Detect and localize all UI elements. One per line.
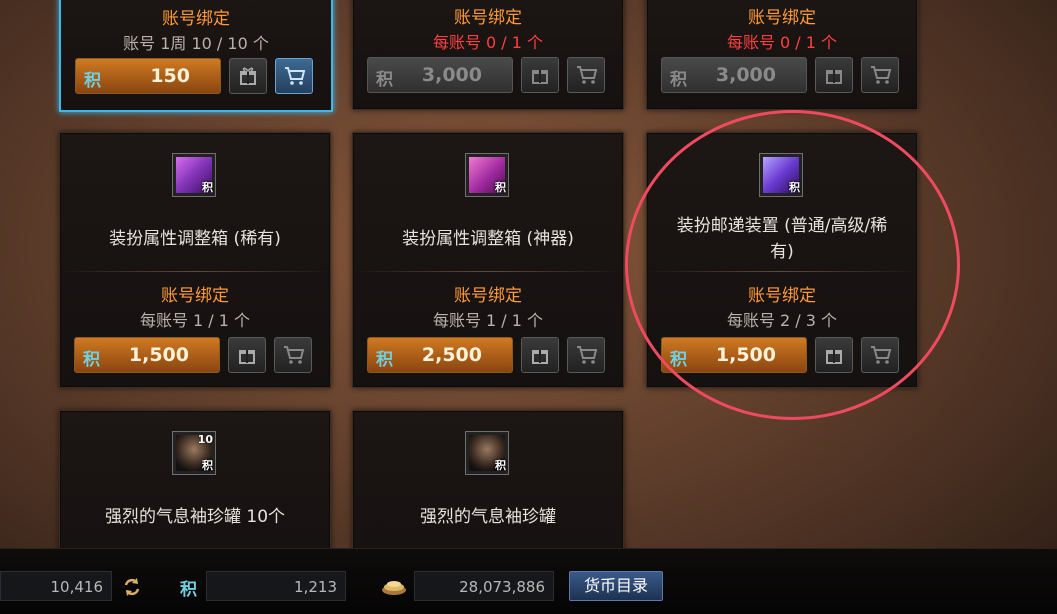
points-tag: 积 [202, 181, 213, 194]
currency-bar: 10,416 积 1,213 28,073,886 货币目录 [0, 548, 1057, 614]
item-name: 强烈的气息袖珍罐 [420, 507, 556, 527]
shop-item-card[interactable]: 账号绑定 每账号 0 / 1 个 积 3,000 [352, 0, 624, 110]
refresh-icon[interactable] [122, 577, 142, 597]
shop-item-card[interactable]: 账号绑定 每账号 0 / 1 个 积 3,000 [646, 0, 918, 110]
shop-item-card[interactable]: 积 装扮邮递装置 (普通/高级/稀有) 账号绑定 每账号 2 / 3 个 积 1… [646, 132, 918, 388]
purchase-limit: 每账号 0 / 1 个 [726, 33, 838, 52]
divider [647, 271, 917, 272]
price-value: 2,500 [421, 344, 482, 366]
points-value-field: 1,213 [206, 571, 346, 601]
bind-type: 账号绑定 [454, 8, 522, 28]
price-value: 150 [150, 65, 190, 87]
gift-button[interactable] [229, 58, 267, 94]
cart-icon [284, 346, 305, 364]
purchase-limit: 每账号 2 / 3 个 [726, 311, 838, 330]
points-tag: 积 [495, 181, 506, 194]
divider [353, 271, 623, 272]
price-value: 3,000 [421, 64, 482, 86]
price-box: 积 1,500 [661, 337, 807, 373]
item-name: 装扮属性调整箱 (神器) [402, 229, 574, 249]
price-value: 3,000 [715, 64, 776, 86]
gift-button[interactable] [815, 337, 853, 373]
item-icon-frame: 积 [465, 431, 509, 475]
purchase-limit: 账号 1周 10 / 10 个 [123, 34, 269, 53]
purchase-limit: 每账号 1 / 1 个 [139, 311, 251, 330]
bind-type: 账号绑定 [454, 286, 522, 306]
gold-value-field: 28,073,886 [414, 571, 554, 601]
item-icon-frame: 积 [465, 153, 509, 197]
shop-item-card[interactable]: 积 装扮属性调整箱 (神器) 账号绑定 每账号 1 / 1 个 积 2,500 [352, 132, 624, 388]
cart-icon [577, 66, 598, 84]
gift-button[interactable] [228, 337, 266, 373]
gift-button[interactable] [521, 337, 559, 373]
price-box: 积 150 [75, 58, 221, 94]
purchase-limit: 每账号 1 / 1 个 [432, 311, 544, 330]
divider [60, 271, 330, 272]
gift-icon [826, 350, 842, 364]
add-to-cart-button[interactable] [275, 58, 313, 94]
bind-type: 账号绑定 [748, 286, 816, 306]
shop-item-card[interactable]: 积 装扮属性调整箱 (稀有) 账号绑定 每账号 1 / 1 个 积 1,500 [59, 132, 331, 388]
item-icon-frame: 积 [172, 153, 216, 197]
cart-icon [871, 346, 892, 364]
gift-button[interactable] [815, 57, 853, 93]
add-to-cart-button[interactable] [567, 337, 605, 373]
item-name: 装扮邮递装置 (普通/高级/稀有) [676, 216, 888, 262]
price-box: 积 3,000 [661, 57, 807, 93]
gift-icon [240, 67, 256, 85]
price-value: 1,500 [128, 344, 189, 366]
price-value: 1,500 [715, 344, 776, 366]
bind-type: 账号绑定 [162, 9, 230, 29]
item-icon-frame: 10 积 [172, 431, 216, 475]
cart-icon [871, 66, 892, 84]
points-tag: 积 [202, 459, 213, 472]
points-currency-icon: 积 [180, 580, 197, 600]
add-to-cart-button[interactable] [274, 337, 312, 373]
currency-catalog-button[interactable]: 货币目录 [569, 571, 663, 601]
bind-type: 账号绑定 [748, 8, 816, 28]
price-box: 积 2,500 [367, 337, 513, 373]
points-tag: 积 [789, 181, 800, 194]
gift-icon [826, 70, 842, 84]
cart-icon [577, 346, 598, 364]
add-to-cart-button[interactable] [567, 57, 605, 93]
price-box: 积 3,000 [367, 57, 513, 93]
stack-count: 10 [197, 433, 213, 446]
cart-icon [285, 67, 306, 85]
item-icon-frame: 积 [759, 153, 803, 197]
add-to-cart-button[interactable] [861, 57, 899, 93]
add-to-cart-button[interactable] [861, 337, 899, 373]
item-name: 装扮属性调整箱 (稀有) [109, 229, 281, 249]
gift-icon [532, 70, 548, 84]
item-name: 强烈的气息袖珍罐 10个 [104, 507, 286, 527]
shop-item-card[interactable]: 账号绑定 账号 1周 10 / 10 个 积 150 [59, 0, 333, 112]
gold-coin-icon [382, 581, 406, 595]
currency-value-field: 10,416 [0, 571, 112, 601]
bind-type: 账号绑定 [161, 286, 229, 306]
gift-icon [239, 350, 255, 364]
price-box: 积 1,500 [74, 337, 220, 373]
gift-icon [532, 350, 548, 364]
gift-button[interactable] [521, 57, 559, 93]
purchase-limit: 每账号 0 / 1 个 [432, 33, 544, 52]
points-tag: 积 [495, 459, 506, 472]
